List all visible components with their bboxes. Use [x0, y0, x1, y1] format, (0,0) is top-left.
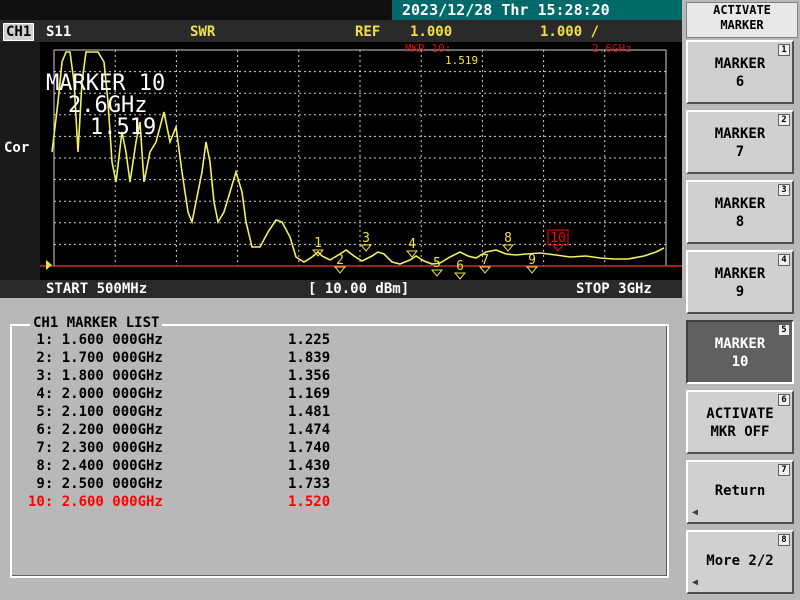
softkey-label-line1: MARKER [714, 126, 766, 142]
marker-list-title: CH1 MARKER LIST [30, 315, 163, 331]
marker-flag-label: 1 [314, 236, 322, 251]
channel-label[interactable]: CH1 [3, 23, 35, 41]
marker-flag-label: 4 [408, 237, 416, 252]
marker-list-value: 1.169 [288, 386, 331, 402]
parameter-label: S11 [46, 24, 72, 40]
softkey-menu-title: ACTIVATE MARKER [686, 2, 798, 38]
marker-list-freq: 4: 2.000 000GHz [28, 386, 163, 402]
marker-list-value: 1.740 [288, 440, 331, 456]
marker-flag-label: 9 [528, 253, 536, 268]
marker-list-value: 1.733 [288, 476, 331, 492]
softkey-label-line1: MARKER [714, 56, 766, 72]
ref-value: 1.000 [410, 24, 453, 40]
marker-list-value: 1.430 [288, 458, 331, 474]
softkey-label-line2: 6 [735, 74, 745, 90]
softkey-title-line2: MARKER [720, 18, 764, 32]
marker-list-freq: 8: 2.400 000GHz [28, 458, 163, 474]
softkey-1[interactable]: 1 MARKER 6 [686, 40, 794, 104]
softkey-6[interactable]: 6 ACTIVATE MKR OFF [686, 390, 794, 454]
softkey-label-line2: 8 [735, 214, 745, 230]
softkey-label-line1: ACTIVATE [706, 406, 774, 422]
softkey-label-line2: 10 [731, 354, 749, 370]
ref-label: REF [355, 24, 381, 40]
correction-indicator: Cor [4, 140, 30, 156]
marker-list-value: 1.839 [288, 350, 331, 366]
marker-list-freq: 6: 2.200 000GHz [28, 422, 163, 438]
marker-flag-label: 7 [481, 253, 489, 268]
softkey-label-line1: MARKER [714, 336, 766, 352]
datetime-display: 2023/12/28 Thr 15:28:20 [392, 0, 682, 20]
marker-list-freq: 3: 1.800 000GHz [28, 368, 163, 384]
softkey-label-line1: MARKER [714, 266, 766, 282]
marker-readout-value: 1.519 [90, 115, 156, 140]
marker-small-value: 1.519 [445, 54, 478, 67]
softkey-2[interactable]: 2 MARKER 7 [686, 110, 794, 174]
softkey-label-line2: MKR OFF [710, 424, 770, 440]
softkey-label-line2: 7 [735, 144, 745, 160]
marker-list-freq: 2: 1.700 000GHz [28, 350, 163, 366]
stop-frequency: STOP 3GHz [576, 281, 652, 297]
marker-list-freq: 10: 2.600 000GHz [28, 494, 163, 510]
softkey-number: 7 [778, 464, 790, 476]
marker-list-value: 1.474 [288, 422, 331, 438]
format-label: SWR [190, 24, 216, 40]
softkey-3[interactable]: 3 MARKER 8 [686, 180, 794, 244]
trace-plot: 123 45 6 78910 MARKER 10 2.6GHz 1.519 MKR 1… [40, 42, 682, 280]
marker-list-value: 1.481 [288, 404, 331, 420]
marker-list-value: 1.356 [288, 368, 331, 384]
marker-flag-label: 10 [550, 231, 566, 246]
marker-list-freq: 1: 1.600 000GHz [28, 332, 163, 348]
scale-value: 1.000 / [540, 24, 600, 40]
marker-flag-label: 3 [362, 231, 370, 246]
marker-flag-label: 5 [433, 256, 441, 271]
softkey-label-line1: MARKER [714, 196, 766, 212]
marker-small-freq: 2.6GHz [592, 42, 632, 55]
marker-list-freq: 7: 2.300 000GHz [28, 440, 163, 456]
submenu-arrow-icon: ◀ [692, 507, 699, 518]
softkey-label-line2: 9 [735, 284, 745, 300]
softkey-title-line1: ACTIVATE [713, 3, 771, 17]
marker-flag-label: 2 [336, 253, 344, 268]
softkey-number: 8 [778, 534, 790, 546]
power-level: [ 10.00 dBm] [308, 281, 410, 297]
side-strip [0, 42, 40, 280]
softkey-7[interactable]: 7 Return ◀ [686, 460, 794, 524]
marker-list-freq: 5: 2.100 000GHz [28, 404, 163, 420]
marker-list-value: 1.225 [288, 332, 331, 348]
marker-flag-label: 6 [456, 259, 464, 274]
softkey-8[interactable]: 8 More 2/2 ◀ [686, 530, 794, 594]
marker-list-freq: 9: 2.500 000GHz [28, 476, 163, 492]
submenu-arrow-icon: ◀ [692, 577, 699, 588]
marker-list-value: 1.520 [288, 494, 331, 510]
marker-flag-label: 8 [504, 231, 512, 246]
softkey-5[interactable]: 5 MARKER 10 [686, 320, 794, 384]
softkey-label-line1: Return [714, 483, 766, 499]
softkey-4[interactable]: 4 MARKER 9 [686, 250, 794, 314]
softkey-label-line1: More 2/2 [706, 553, 774, 569]
start-frequency: START 500MHz [46, 281, 148, 297]
